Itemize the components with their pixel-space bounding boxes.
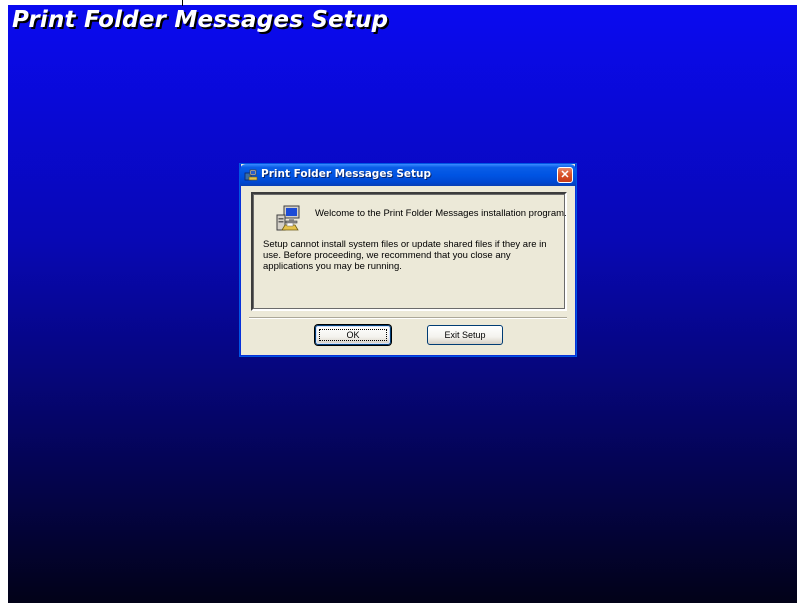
close-icon: ✕ (560, 168, 570, 181)
top-strip (8, 0, 797, 5)
dialog-content-panel: Welcome to the Print Folder Messages ins… (251, 192, 567, 311)
welcome-message: Welcome to the Print Folder Messages ins… (315, 208, 567, 219)
info-message: Setup cannot install system files or upd… (263, 239, 547, 272)
setup-app-icon (244, 169, 258, 181)
setup-dialog: Print Folder Messages Setup ✕ Welcome to… (240, 164, 576, 356)
top-strip-mark (182, 0, 183, 6)
exit-setup-button[interactable]: Exit Setup (427, 325, 503, 345)
close-button[interactable]: ✕ (557, 167, 573, 183)
computer-icon (276, 205, 300, 231)
ok-button[interactable]: OK (315, 325, 391, 345)
exit-setup-button-label: Exit Setup (444, 330, 486, 340)
dialog-title: Print Folder Messages Setup (261, 168, 432, 180)
dialog-title-bar[interactable]: Print Folder Messages Setup ✕ (240, 164, 576, 186)
background-title: Print Folder Messages Setup (12, 7, 389, 33)
dialog-separator (249, 317, 567, 319)
focus-rectangle (319, 329, 387, 341)
